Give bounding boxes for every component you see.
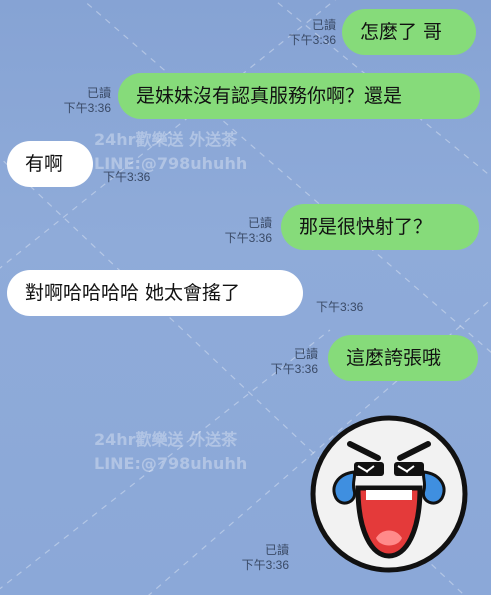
message-text: 有啊 <box>25 153 64 175</box>
outgoing-message-bubble[interactable]: 怎麼了 哥 <box>342 9 476 55</box>
watermark-line1: 24hr歡樂送 外送茶 <box>94 130 238 149</box>
incoming-message-bubble[interactable]: 對啊哈哈哈哈 她太會搖了 <box>7 270 303 316</box>
message-text: 對啊哈哈哈哈 她太會搖了 <box>25 282 241 304</box>
message-text: 那是很快射了？ <box>299 216 433 238</box>
watermark-text-bottom: 24hr歡樂送 外送茶 LINE:@798uhuhh <box>94 428 247 476</box>
read-receipt: 已讀 下午3:36 <box>224 216 272 245</box>
watermark-text-top: 24hr歡樂送 外送茶 LINE:@798uhuhh <box>94 128 247 176</box>
read-receipt: 已讀 下午3:36 <box>241 543 289 572</box>
read-receipt: 已讀 下午3:36 <box>270 347 318 376</box>
crying-laughing-face-sticker[interactable] <box>308 414 470 574</box>
watermark-line1: 24hr歡樂送 外送茶 <box>94 430 238 449</box>
read-receipt: 已讀 下午3:36 <box>288 18 336 47</box>
watermark-line2: LINE:@798uhuhh <box>94 454 248 473</box>
message-time: 下午3:36 <box>103 170 151 184</box>
incoming-message-bubble[interactable]: 有啊 <box>7 141 93 187</box>
message-text: 這麼誇張哦 <box>346 347 442 369</box>
read-receipt: 已讀 下午3:36 <box>63 86 111 115</box>
outgoing-message-bubble[interactable]: 那是很快射了？ <box>281 204 479 250</box>
outgoing-message-bubble[interactable]: 這麼誇張哦 <box>328 335 478 381</box>
message-time: 下午3:36 <box>316 300 364 314</box>
message-text: 是妹妹沒有認真服務你啊？還是 <box>136 85 403 107</box>
outgoing-message-bubble[interactable]: 是妹妹沒有認真服務你啊？還是 <box>118 73 480 119</box>
message-text: 怎麼了 哥 <box>360 21 443 43</box>
teeth <box>366 490 412 500</box>
